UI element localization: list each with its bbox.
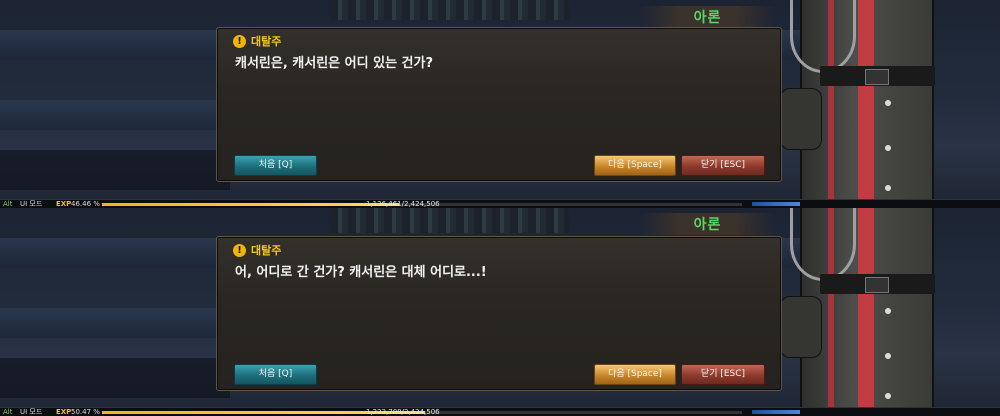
background-machinery <box>330 208 570 233</box>
next-button[interactable]: 다음 [Space] <box>594 364 676 385</box>
exclamation-icon: ! <box>233 243 246 257</box>
exp-value: 1,223,788/2,424,506 <box>366 408 440 416</box>
npc-coat-button <box>885 308 891 314</box>
exp-value: 1,126,461/2,424,506 <box>366 200 440 208</box>
dialog-text: 캐서린은, 캐서린은 어디 있는 건가? <box>235 56 434 71</box>
npc-hand <box>780 296 822 358</box>
exp-percent: 46.46 % <box>71 200 100 208</box>
npc-sash <box>858 0 874 208</box>
dialog-box: ! 대탈주 어, 어디로 간 건가? 캐서린은 대체 어디로...! 처음 [Q… <box>216 236 782 391</box>
exp-label: EXP <box>56 200 72 208</box>
next-button[interactable]: 다음 [Space] <box>594 155 676 176</box>
quest-header: ! 대탈주 <box>233 33 281 49</box>
npc-coat-button <box>885 145 891 151</box>
exp-label: EXP <box>56 408 72 416</box>
npc-coat-button <box>885 185 891 191</box>
alt-key-label[interactable]: Alt <box>3 200 12 208</box>
exp-fill <box>102 203 400 206</box>
background-structure <box>0 150 230 190</box>
screenshot-panel-2: 아론 364 ! 대탈주 어, 어디로 간 건가? 캐서린은 대체 어디로...… <box>0 208 1000 416</box>
npc-hand <box>780 88 822 150</box>
npc-belt <box>820 274 935 294</box>
first-button[interactable]: 처음 [Q] <box>234 155 317 176</box>
npc-coat-button <box>885 353 891 359</box>
npc-portrait <box>770 0 1000 208</box>
npc-portrait <box>770 208 1000 416</box>
quest-title: 대탈주 <box>251 244 282 257</box>
screenshot-panel-1: 아론 364 ! 대탈주 캐서린은, 캐서린은 어디 있는 건가? 처음 [Q]… <box>0 0 1000 208</box>
exp-percent: 50.47 % <box>71 408 100 416</box>
npc-sash <box>858 208 874 416</box>
npc-belt <box>820 66 935 86</box>
exclamation-icon: ! <box>233 34 246 48</box>
exp-bar: Alt UI 모드 EXP 46.46 % 1,126,461/2,424,50… <box>0 199 1000 208</box>
ui-mode-toggle[interactable]: UI 모드 <box>20 408 42 416</box>
background-machinery <box>330 0 570 20</box>
npc-coat-button <box>885 100 891 106</box>
first-button[interactable]: 처음 [Q] <box>234 364 317 385</box>
exp-bar: Alt UI 모드 EXP 50.47 % 1,223,788/2,424,50… <box>0 407 1000 416</box>
npc-aiguillette <box>790 0 856 73</box>
alt-key-label[interactable]: Alt <box>3 408 12 416</box>
quest-header: ! 대탈주 <box>233 242 281 258</box>
dialog-box: ! 대탈주 캐서린은, 캐서린은 어디 있는 건가? 처음 [Q] 다음 [Sp… <box>216 27 782 182</box>
close-button[interactable]: 닫기 [ESC] <box>681 155 765 176</box>
npc-name: 아론 <box>693 217 722 233</box>
mp-bar-segment <box>752 410 800 414</box>
background-structure <box>0 358 230 398</box>
npc-aiguillette <box>790 208 856 281</box>
mp-bar-segment <box>752 202 800 206</box>
ui-mode-toggle[interactable]: UI 모드 <box>20 200 42 208</box>
npc-name: 아론 <box>693 10 722 26</box>
dialog-text: 어, 어디로 간 건가? 캐서린은 대체 어디로...! <box>235 265 487 280</box>
quest-title: 대탈주 <box>251 35 282 48</box>
npc-coat-button <box>885 393 891 399</box>
close-button[interactable]: 닫기 [ESC] <box>681 364 765 385</box>
